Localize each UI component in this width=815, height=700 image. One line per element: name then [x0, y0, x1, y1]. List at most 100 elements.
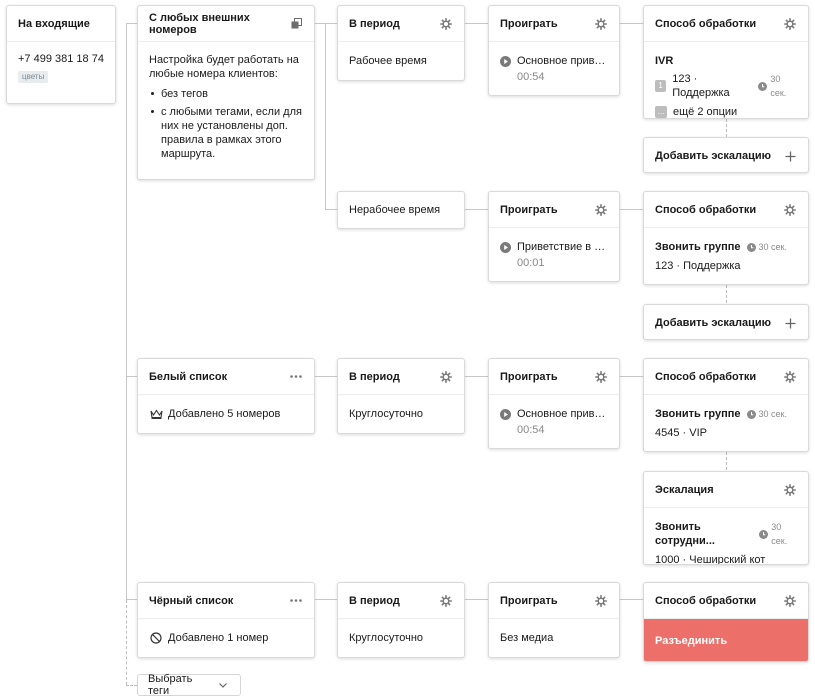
option-label: 123 · Поддержка: [672, 73, 730, 99]
connector: [620, 376, 643, 377]
copy-icon[interactable]: [289, 17, 303, 31]
escalation-target: 1000 · Чеширский кот: [655, 554, 766, 565]
more-icon[interactable]: [289, 594, 303, 608]
play-card[interactable]: Проиграть Без медиа: [488, 582, 620, 658]
disconnect-action[interactable]: Разъединить: [644, 619, 808, 661]
connector: [126, 23, 137, 24]
gear-icon[interactable]: [594, 203, 608, 217]
play-title: Проиграть: [500, 594, 558, 607]
gear-icon[interactable]: [783, 594, 797, 608]
escalation-type: Звонить сотрудни...: [655, 521, 715, 547]
period-card[interactable]: В период Круглосуточно: [337, 582, 465, 658]
handling-type: Звонить группе: [655, 241, 741, 253]
option-timeout: 30 сек.: [770, 74, 787, 98]
option-number: 1: [655, 80, 667, 92]
gear-icon[interactable]: [783, 483, 797, 497]
more-options-icon: ...: [655, 106, 667, 118]
play-duration: 00:54: [517, 424, 545, 436]
handling-card[interactable]: Способ обработки Звонить группе 30 сек. …: [643, 191, 809, 285]
period-nonwork-card[interactable]: Нерабочее время: [337, 191, 465, 229]
handling-target: 123 · Поддержка: [655, 260, 741, 272]
gear-icon[interactable]: [783, 17, 797, 31]
clock-icon: [759, 529, 769, 539]
play-title: Проиграть: [500, 370, 558, 383]
escalation-card[interactable]: Эскалация Звонить сотрудни... 30 сек. 10…: [643, 471, 809, 565]
handling-card[interactable]: Способ обработки Разъединить: [643, 582, 809, 662]
connector: [465, 376, 488, 377]
escalation-title: Эскалация: [655, 483, 714, 496]
gear-icon[interactable]: [439, 594, 453, 608]
period-title: В период: [349, 17, 400, 30]
rule-any-title: С любых внешних номеров: [149, 11, 250, 36]
connector: [620, 209, 643, 210]
crown-icon: [149, 407, 163, 421]
gear-icon[interactable]: [439, 370, 453, 384]
period-title: В период: [349, 594, 400, 607]
play-card[interactable]: Проиграть Основное привет... 00:54: [488, 5, 620, 96]
handling-card[interactable]: Способ обработки Звонить группе 30 сек. …: [643, 358, 809, 452]
period-value: Круглосуточно: [349, 632, 424, 644]
play-icon[interactable]: [500, 241, 511, 253]
add-escalation-button[interactable]: Добавить эскалацию: [643, 137, 809, 173]
handling-card[interactable]: Способ обработки IVR 1 123 · Поддержка 3…: [643, 5, 809, 119]
play-card[interactable]: Проиграть Приветствие в не... 00:01: [488, 191, 620, 282]
handling-type: IVR: [655, 55, 674, 67]
period-value: Круглосуточно: [349, 408, 424, 420]
gear-icon[interactable]: [783, 203, 797, 217]
gear-icon[interactable]: [439, 17, 453, 31]
rule-white-title: Белый список: [149, 370, 228, 383]
connector: [126, 685, 137, 686]
rule-any-intro: Настройка будет работать на любые номера…: [149, 54, 299, 80]
play-name: Основное привет...: [517, 55, 608, 67]
play-name: Основное привет...: [517, 408, 608, 420]
play-name: Без медиа: [500, 632, 554, 644]
play-duration: 00:54: [517, 71, 545, 83]
connector: [465, 23, 488, 24]
connector: [726, 452, 727, 470]
gear-icon[interactable]: [783, 370, 797, 384]
rule-black-info: Добавлено 1 номер: [168, 632, 269, 644]
more-options-label[interactable]: ещё 2 опции: [673, 105, 737, 118]
handling-timeout: 30 сек.: [758, 409, 787, 419]
chevron-down-icon: [216, 678, 230, 692]
connector: [314, 599, 337, 600]
handling-title: Способ обработки: [655, 594, 757, 607]
period-value: Рабочее время: [349, 55, 427, 67]
rule-any-card[interactable]: С любых внешних номеров Настройка будет …: [137, 5, 315, 180]
gear-icon[interactable]: [594, 370, 608, 384]
play-icon[interactable]: [500, 55, 511, 67]
rule-white-info: Добавлено 5 номеров: [168, 408, 281, 420]
rule-black-card[interactable]: Чёрный список Добавлено 1 номер: [137, 582, 315, 658]
period-card[interactable]: В период Рабочее время: [337, 5, 465, 81]
plus-icon: [783, 316, 797, 330]
more-icon[interactable]: [289, 370, 303, 384]
rule-white-card[interactable]: Белый список Добавлено 5 номеров: [137, 358, 315, 434]
play-icon[interactable]: [500, 408, 511, 420]
list-item: без тегов: [151, 87, 303, 101]
connector: [314, 376, 337, 377]
handling-title: Способ обработки: [655, 370, 757, 383]
incoming-title: На входящие: [7, 6, 115, 42]
connector: [465, 209, 488, 210]
plus-icon: [783, 149, 797, 163]
play-card[interactable]: Проиграть Основное привет... 00:54: [488, 358, 620, 449]
handling-title: Способ обработки: [655, 203, 757, 216]
connector: [726, 285, 727, 303]
connector: [325, 23, 326, 210]
incoming-card[interactable]: На входящие +7 499 381 18 74 цветы: [6, 5, 116, 104]
select-tags-button[interactable]: Выбрать теги: [137, 673, 241, 697]
period-card[interactable]: В период Круглосуточно: [337, 358, 465, 434]
rule-any-bullets: без тегов с любыми тегами, если для них …: [149, 87, 303, 161]
add-escalation-button[interactable]: Добавить эскалацию: [643, 304, 809, 340]
play-duration: 00:01: [517, 257, 545, 269]
play-title: Проиграть: [500, 203, 558, 216]
handling-timeout: 30 сек.: [758, 242, 787, 252]
list-item: с любыми тегами, если для них не установ…: [151, 106, 302, 160]
gear-icon[interactable]: [594, 17, 608, 31]
incoming-phone: +7 499 381 18 74: [18, 53, 104, 65]
tag-badge: цветы: [18, 71, 49, 83]
period-title: В период: [349, 370, 400, 383]
handling-type: Звонить группе: [655, 408, 741, 420]
gear-icon[interactable]: [594, 594, 608, 608]
connector: [465, 599, 488, 600]
